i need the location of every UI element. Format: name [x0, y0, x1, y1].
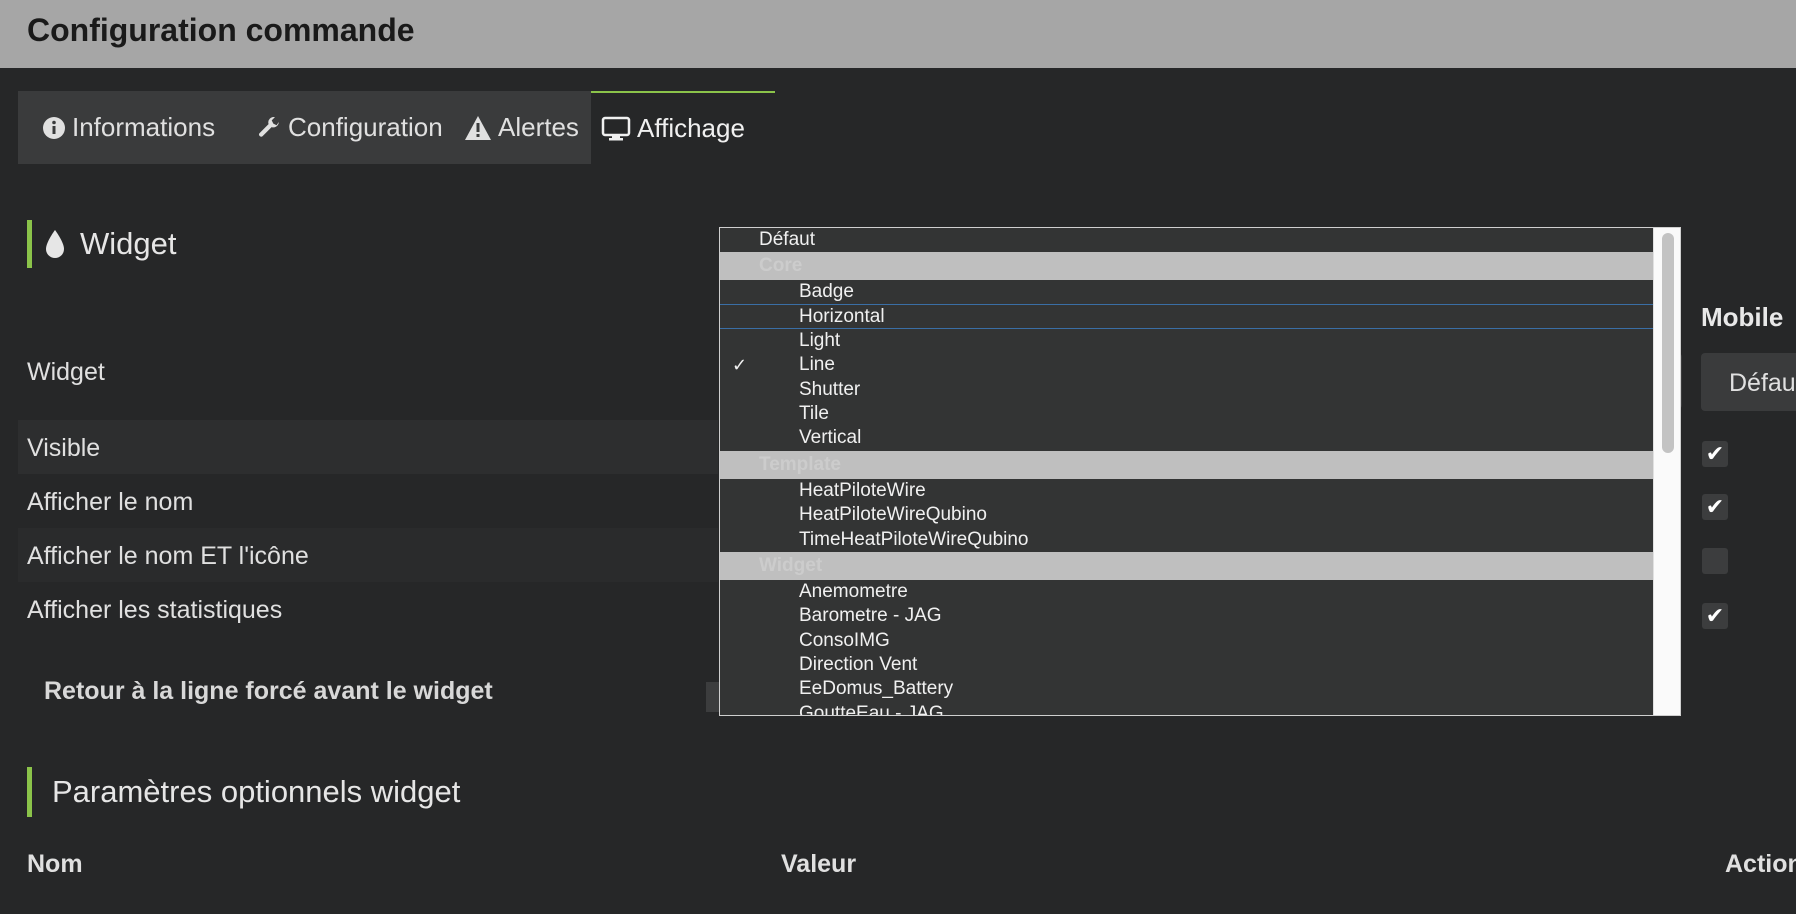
- title-bar: Configuration commande: [0, 0, 1796, 68]
- option-label: Tile: [799, 402, 829, 424]
- tab-configuration[interactable]: Configuration: [256, 91, 443, 164]
- option-tile[interactable]: Tile: [720, 402, 1653, 426]
- optgroup-widget: Widget: [720, 551, 1653, 580]
- afficher-nom-icone-label: Afficher le nom ET l'icône: [27, 542, 309, 570]
- option-label: Barometre - JAG: [799, 605, 942, 627]
- option-label: Line: [799, 354, 835, 376]
- option-label: EeDomus_Battery: [799, 678, 954, 700]
- scrollbar-thumb[interactable]: [1662, 233, 1674, 453]
- option-heatpilotewirequbino[interactable]: HeatPiloteWireQubino: [720, 503, 1653, 527]
- mobile-afficher-nom-icone-checkbox[interactable]: [1702, 548, 1728, 574]
- option-horizontal[interactable]: Horizontal: [720, 304, 1653, 329]
- section-title: Paramètres optionnels widget: [52, 774, 461, 809]
- mobile-visible-checkbox[interactable]: ✔: [1702, 441, 1728, 467]
- tab-bar: Informations Configuration Alertes Affic…: [18, 91, 1796, 164]
- widget-dropdown-list[interactable]: Défaut Core Badge Horizontal Light ✓ Line…: [719, 227, 1681, 716]
- afficher-stats-label: Afficher les statistiques: [27, 596, 283, 624]
- desktop-icon: [601, 116, 631, 140]
- optgroup-label: Template: [759, 453, 842, 475]
- option-label: Shutter: [799, 378, 861, 400]
- option-eedomus-battery[interactable]: EeDomus_Battery: [720, 677, 1653, 701]
- droplet-icon: [46, 230, 64, 258]
- optgroup-template: Template: [720, 450, 1653, 479]
- retour-ligne-label: Retour à la ligne forcé avant le widget: [44, 677, 493, 705]
- tab-informations[interactable]: Informations: [42, 91, 215, 164]
- option-goutteeau-jag[interactable]: GoutteEau - JAG: [720, 702, 1653, 716]
- option-label: HeatPiloteWireQubino: [799, 504, 987, 526]
- tab-affichage[interactable]: Affichage: [591, 91, 775, 164]
- optional-section-header: Paramètres optionnels widget: [27, 767, 460, 817]
- visible-label: Visible: [27, 434, 101, 462]
- option-label: ConsoIMG: [799, 629, 890, 651]
- option-barometre-jag[interactable]: Barometre - JAG: [720, 604, 1653, 628]
- table-header-nom: Nom: [27, 850, 83, 878]
- mobile-afficher-nom-checkbox[interactable]: ✔: [1702, 494, 1728, 520]
- tab-label: Affichage: [637, 113, 745, 143]
- mobile-widget-select[interactable]: Défau: [1701, 353, 1796, 411]
- option-label: Direction Vent: [799, 654, 918, 676]
- optgroup-core: Core: [720, 252, 1653, 280]
- tab-label: Informations: [72, 112, 216, 142]
- widget-section-header: Widget: [27, 220, 176, 268]
- option-heatpilotewire[interactable]: HeatPiloteWire: [720, 479, 1653, 503]
- option-direction-vent[interactable]: Direction Vent: [720, 653, 1653, 677]
- option-timeheatpilotewirequbino[interactable]: TimeHeatPiloteWireQubino: [720, 528, 1653, 552]
- optgroup-label: Core: [759, 255, 803, 276]
- info-circle-icon: [43, 116, 65, 139]
- page-title: Configuration commande: [27, 12, 415, 48]
- optgroup-label: Widget: [759, 554, 823, 576]
- afficher-nom-label: Afficher le nom: [27, 488, 194, 516]
- mobile-afficher-stats-checkbox[interactable]: ✔: [1702, 603, 1728, 629]
- warning-icon: [465, 115, 491, 140]
- option-light[interactable]: Light: [720, 329, 1653, 353]
- dropdown-scrollbar[interactable]: [1653, 228, 1680, 715]
- option-consoimg[interactable]: ConsoIMG: [720, 629, 1653, 653]
- option-label: Anemometre: [799, 580, 908, 602]
- option-label: Vertical: [799, 427, 862, 449]
- option-label: Horizontal: [799, 306, 885, 328]
- tab-label: Alertes: [498, 112, 579, 142]
- mobile-column-header: Mobile: [1701, 302, 1784, 332]
- option-vertical[interactable]: Vertical: [720, 426, 1653, 450]
- checkmark-icon: ✓: [732, 355, 748, 376]
- table-header-action: Action: [1725, 850, 1796, 878]
- option-label: Défaut: [759, 229, 815, 250]
- option-label: GoutteEau - JAG: [799, 702, 944, 716]
- option-label: TimeHeatPiloteWireQubino: [799, 528, 1029, 550]
- dropdown-options: Défaut Core Badge Horizontal Light ✓ Line…: [720, 228, 1653, 716]
- option-default[interactable]: Défaut: [720, 228, 1653, 252]
- tab-alertes[interactable]: Alertes: [464, 91, 579, 164]
- tab-label: Configuration: [288, 112, 443, 142]
- option-anemometre[interactable]: Anemometre: [720, 580, 1653, 604]
- wrench-icon: [259, 116, 279, 137]
- option-label: Badge: [799, 281, 854, 302]
- option-label: HeatPiloteWire: [799, 479, 926, 501]
- section-title: Widget: [80, 226, 177, 261]
- widget-row-label: Widget: [27, 358, 105, 386]
- option-shutter[interactable]: Shutter: [720, 378, 1653, 402]
- row-band: [18, 420, 718, 474]
- option-badge[interactable]: Badge: [720, 280, 1653, 304]
- option-label: Light: [799, 329, 841, 351]
- table-header-valeur: Valeur: [781, 850, 857, 878]
- option-line[interactable]: ✓ Line: [720, 353, 1653, 377]
